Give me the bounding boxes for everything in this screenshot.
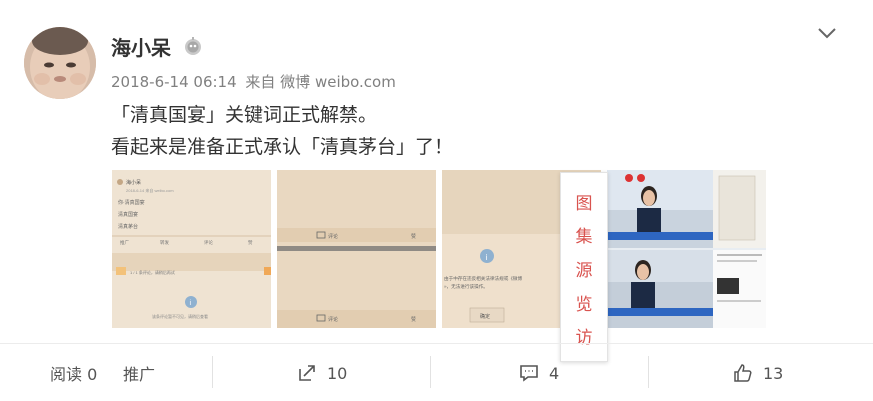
gallery-char-3[interactable]: 源 (561, 256, 607, 281)
post-text: 「清真国宴」关键词正式解禁。 看起来是准备正式承认「清真茅台」了！ (111, 99, 453, 163)
post-source[interactable]: 来自 微博 weibo.com (245, 73, 395, 91)
image-thumbnail-2[interactable]: 评论 赞 评论 赞 (277, 170, 436, 328)
thumbs-up-icon (734, 364, 752, 382)
gallery-char-2[interactable]: 集 (561, 222, 607, 247)
thumb1-footer: 该条评论暂不可见，请稍后查看 (152, 313, 208, 319)
thumb1-name: 海小呆 (126, 179, 141, 186)
post-text-line-2: 看起来是准备正式承认「清真茅台」了！ (111, 136, 454, 158)
action-separator (648, 356, 649, 388)
promote-button[interactable]: 推广 (123, 356, 155, 390)
thumb2-comment-top: 评论 (328, 233, 338, 240)
action-bar-divider (0, 343, 873, 344)
thumb1-item-1: 你·清真国宴 (118, 199, 145, 206)
post-meta: 2018-6-14 06:14 来自 微博 weibo.com (111, 71, 400, 92)
thumb1-item-2: 清真国宴 (118, 211, 138, 218)
thumb1-notice: 1 / 1 条评论，请稍后再试 (130, 269, 175, 275)
read-count: 阅读 0 (50, 356, 97, 390)
thumb3-notice-line-1: 由于中存在违反相关法律法规或《微博 (444, 275, 523, 282)
comment-button[interactable]: 4 (519, 356, 559, 390)
post-time[interactable]: 2018-6-14 06:14 (111, 73, 237, 91)
thumb2-comment-bottom: 评论 (328, 316, 338, 323)
thumb1-action-1: 推广 (120, 239, 129, 246)
svg-text:i: i (486, 253, 488, 262)
like-button[interactable]: 13 (733, 356, 783, 390)
chevron-down-icon[interactable] (816, 25, 838, 41)
post-text-line-1: 「清真国宴」关键词正式解禁。 (111, 104, 378, 126)
thumb1-action-4: 赞 (248, 239, 253, 246)
action-separator (430, 356, 431, 388)
avatar[interactable] (24, 27, 96, 99)
thumb1-action-2: 转发 (160, 239, 169, 246)
thumb3-confirm: 确定 (480, 313, 490, 320)
image-thumbnail-1[interactable]: 海小呆 2018-6-14 来自 weibo.com 你·清真国宴 清真国宴 清… (112, 170, 271, 328)
thumb3-notice-line-2: »，无法进行该操作。 (444, 283, 488, 290)
like-count: 13 (763, 363, 784, 383)
thumb1-meta: 2018-6-14 来自 weibo.com (126, 187, 174, 193)
weibo-post-card: 海小呆 2018-6-14 06:14 来自 微博 weibo.com 「清真国… (0, 0, 873, 401)
thumb2-like-top: 赞 (411, 233, 416, 240)
promote-label: 推广 (123, 365, 156, 384)
robot-badge-icon[interactable] (183, 36, 203, 56)
thumb2-like-bottom: 赞 (411, 316, 416, 323)
gallery-char-5[interactable]: 访 (561, 323, 607, 348)
repost-count: 10 (327, 363, 348, 383)
repost-button[interactable]: 10 (297, 356, 347, 390)
image-thumbnail-4[interactable] (607, 170, 766, 328)
thumb1-action-3: 评论 (204, 239, 213, 246)
comment-icon (520, 365, 538, 382)
gallery-char-1[interactable]: 图 (561, 189, 607, 214)
read-count-label: 阅读 0 (50, 365, 98, 384)
action-separator (212, 356, 213, 388)
comment-count: 4 (549, 363, 560, 383)
repost-icon (299, 365, 315, 381)
gallery-source-sidebar[interactable]: 图 集 源 览 访 (560, 172, 608, 362)
username[interactable]: 海小呆 (111, 32, 171, 61)
thumb1-item-3: 清真茅台 (118, 223, 138, 230)
gallery-char-4[interactable]: 览 (561, 290, 607, 315)
